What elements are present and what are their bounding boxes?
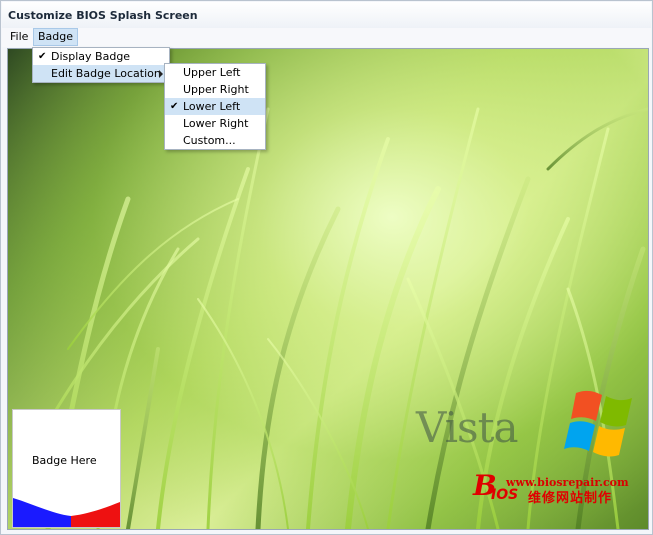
- menu-item-label: Lower Left: [183, 100, 241, 113]
- check-icon: ✔: [170, 101, 179, 112]
- watermark-url: www.biosrepair.com: [506, 476, 629, 489]
- vista-logo-text: Vista: [416, 403, 518, 452]
- badge-flag-shape: [13, 498, 120, 527]
- window-title: Customize BIOS Splash Screen: [8, 9, 198, 22]
- menu-item-custom[interactable]: Custom...: [165, 132, 265, 149]
- menu-bar: File Badge: [2, 28, 651, 47]
- menu-item-label: Lower Right: [183, 117, 249, 130]
- menu-file[interactable]: File: [6, 29, 32, 45]
- menu-item-lower-left[interactable]: ✔ Lower Left: [165, 98, 265, 115]
- menu-badge[interactable]: Badge: [33, 28, 79, 46]
- menu-item-display-badge[interactable]: ✔ Display Badge: [33, 48, 169, 65]
- menu-item-edit-badge-location[interactable]: Edit Badge Location: [33, 65, 169, 82]
- menu-item-upper-right[interactable]: Upper Right: [165, 81, 265, 98]
- windows-flag-icon: [564, 390, 632, 457]
- watermark-logo: B IOS 维修网站制作: [473, 469, 643, 509]
- menu-item-label: Upper Left: [183, 66, 241, 79]
- badge-location-submenu: Upper Left Upper Right ✔ Lower Left Lowe…: [164, 63, 266, 150]
- title-bar[interactable]: Customize BIOS Splash Screen: [2, 2, 651, 28]
- badge-menu: ✔ Display Badge Edit Badge Location: [32, 47, 170, 83]
- vista-logo: Vista: [416, 387, 642, 467]
- badge-label: Badge Here: [32, 454, 97, 467]
- badge-placeholder[interactable]: Badge Here: [12, 409, 121, 528]
- watermark-ios: IOS: [491, 487, 519, 503]
- menu-item-label: Display Badge: [51, 50, 131, 63]
- menu-item-label: Edit Badge Location: [51, 67, 161, 80]
- menu-item-label: Custom...: [183, 134, 236, 147]
- menu-item-upper-left[interactable]: Upper Left: [165, 64, 265, 81]
- menu-item-lower-right[interactable]: Lower Right: [165, 115, 265, 132]
- watermark-chinese: 维修网站制作: [528, 491, 613, 506]
- submenu-arrow-icon: [159, 70, 163, 78]
- splash-preview: Badge Here Vista B IOS 维修网站制作 www.biosre…: [7, 48, 649, 530]
- check-icon: ✔: [38, 51, 47, 62]
- menu-item-label: Upper Right: [183, 83, 249, 96]
